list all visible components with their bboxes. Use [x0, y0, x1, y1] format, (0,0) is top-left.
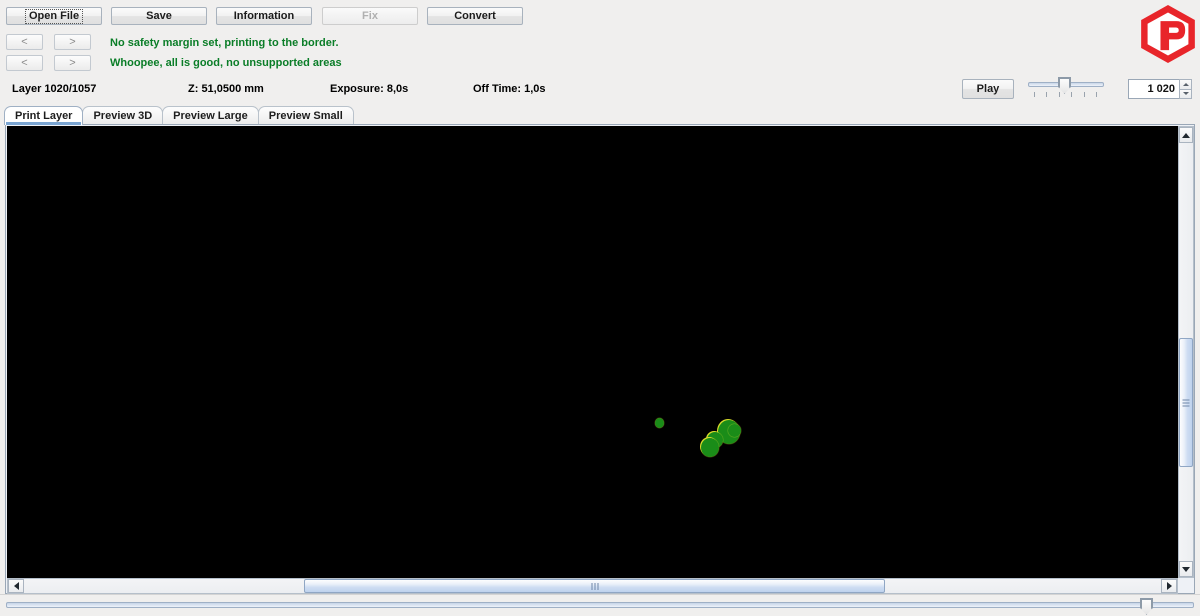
layer-slice-blob: [728, 424, 741, 437]
layer-number-input[interactable]: 1 020: [1128, 79, 1179, 99]
spinner-down-button[interactable]: [1179, 88, 1192, 99]
slider-tick: [1046, 92, 1047, 97]
layer-slider[interactable]: [1028, 77, 1104, 99]
scroll-right-button[interactable]: [1161, 579, 1177, 593]
vertical-scrollbar-thumb[interactable]: [1179, 338, 1193, 467]
fix-label: Fix: [362, 9, 378, 22]
nav-prev-issue-label: <: [21, 56, 28, 69]
information-label: Information: [233, 9, 295, 22]
play-label: Play: [976, 82, 1000, 95]
spinner-up-button[interactable]: [1179, 79, 1192, 89]
tab-print-layer-label: Print Layer: [15, 110, 73, 122]
layer-info: Layer 1020/1057: [12, 83, 97, 95]
scrollbar-grip-icon: [1182, 397, 1190, 408]
tab-preview-3d-label: Preview 3D: [93, 110, 153, 122]
unsupported-areas-message: Whoopee, all is good, no unsupported are…: [110, 57, 342, 69]
nav-next-layer-button[interactable]: >: [54, 34, 91, 50]
zoom-slider-rail[interactable]: [6, 602, 1194, 608]
layer-slice-blob: [701, 438, 719, 457]
nav-next-layer-label: >: [69, 35, 76, 48]
tab-preview-large[interactable]: Preview Large: [162, 106, 259, 125]
off-time-info: Off Time: 1,0s: [473, 83, 546, 95]
save-label: Save: [146, 9, 172, 22]
convert-label: Convert: [454, 9, 496, 22]
information-button[interactable]: Information: [216, 7, 312, 25]
save-button[interactable]: Save: [111, 7, 207, 25]
convert-button[interactable]: Convert: [427, 7, 523, 25]
photon-hexagon-p-logo: [1140, 5, 1196, 63]
tab-print-layer[interactable]: Print Layer: [4, 106, 84, 125]
vertical-scrollbar[interactable]: [1178, 126, 1194, 578]
slider-tick: [1096, 92, 1097, 97]
open-file-button[interactable]: Open File: [6, 7, 102, 25]
tab-preview-small[interactable]: Preview Small: [257, 106, 354, 125]
triangle-right-icon: [1166, 582, 1172, 590]
layer-number-spinner[interactable]: 1 020: [1128, 79, 1192, 99]
slider-tick: [1034, 92, 1035, 97]
scroll-up-button[interactable]: [1179, 127, 1193, 143]
tab-preview-3d[interactable]: Preview 3D: [82, 106, 164, 125]
slider-tick: [1071, 92, 1072, 97]
view-tabs: Print Layer Preview 3D Preview Large Pre…: [4, 105, 354, 125]
bottom-divider: [0, 594, 1200, 595]
nav-prev-layer-button[interactable]: <: [6, 34, 43, 50]
scroll-down-button[interactable]: [1179, 561, 1193, 577]
safety-margin-message: No safety margin set, printing to the bo…: [110, 37, 339, 49]
triangle-left-icon: [13, 582, 19, 590]
open-file-label: Open File: [24, 8, 84, 24]
nav-prev-issue-button[interactable]: <: [6, 55, 43, 71]
z-height-info: Z: 51,0500 mm: [188, 83, 264, 95]
horizontal-scrollbar-thumb[interactable]: [304, 579, 885, 593]
layer-slice-blob: [655, 418, 664, 428]
play-button[interactable]: Play: [962, 79, 1014, 99]
slider-tick: [1059, 92, 1060, 97]
horizontal-scrollbar[interactable]: [7, 578, 1178, 594]
spinner-arrows: [1179, 79, 1192, 99]
tab-preview-small-label: Preview Small: [268, 110, 343, 122]
triangle-down-icon: [1182, 566, 1190, 572]
triangle-up-icon: [1182, 132, 1190, 138]
layer-preview-canvas[interactable]: [7, 126, 1178, 578]
chevron-down-icon: [1182, 92, 1189, 96]
slider-tick: [1084, 92, 1085, 97]
scrollbar-grip-icon: [590, 580, 599, 592]
chevron-up-icon: [1182, 82, 1189, 86]
nav-prev-layer-label: <: [21, 35, 28, 48]
scroll-left-button[interactable]: [8, 579, 24, 593]
app-window: Open File Save Information Fix Convert <…: [0, 0, 1200, 616]
exposure-info: Exposure: 8,0s: [330, 83, 409, 95]
tab-preview-large-label: Preview Large: [173, 110, 248, 122]
layer-slider-ticks: [1028, 92, 1104, 98]
fix-button: Fix: [322, 7, 418, 25]
nav-next-issue-button[interactable]: >: [54, 55, 91, 71]
nav-next-issue-label: >: [69, 56, 76, 69]
